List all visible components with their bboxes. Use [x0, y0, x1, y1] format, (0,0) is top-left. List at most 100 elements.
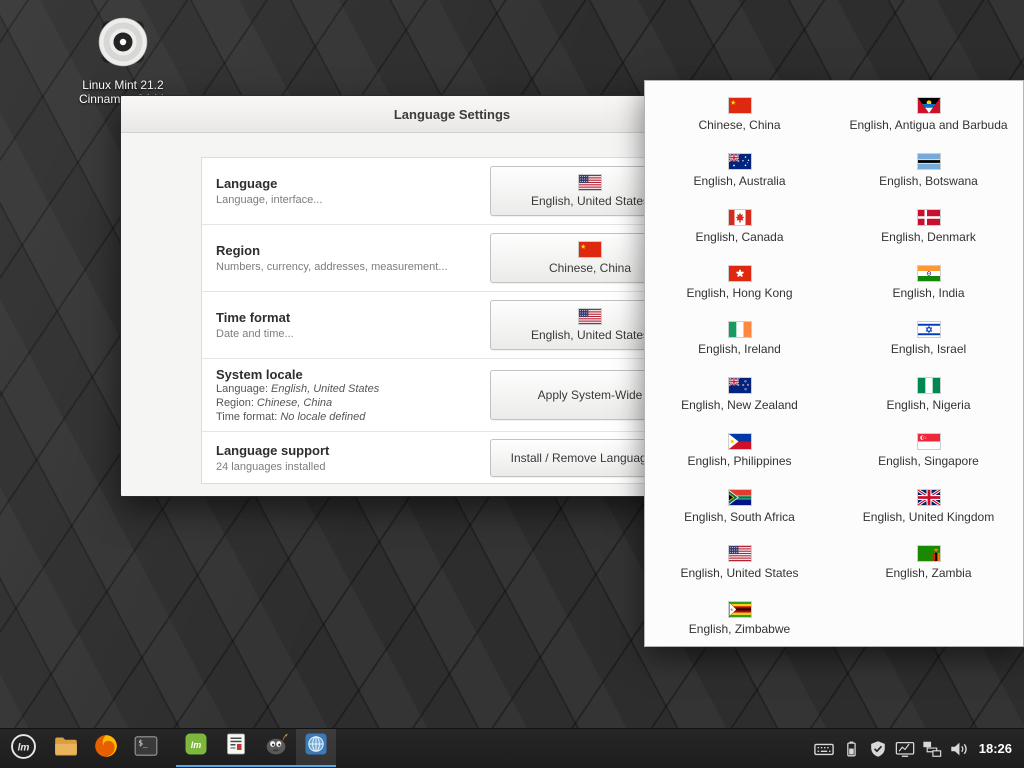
files-launcher[interactable]: [46, 729, 86, 768]
language-option-english-singapore[interactable]: English, Singapore: [834, 423, 1023, 479]
doc-icon: [224, 732, 248, 761]
mint-icon: lm: [184, 732, 208, 761]
flag-ng-icon: [918, 378, 940, 393]
language-option-label: English, Singapore: [878, 454, 979, 468]
language-option-english-ireland[interactable]: English, Ireland: [645, 311, 834, 367]
setting-subtitle: Language, interface...: [216, 194, 322, 206]
setting-title: Language support: [216, 443, 329, 458]
language-option-english-botswana[interactable]: English, Botswana: [834, 143, 1023, 199]
language-option-english-israel[interactable]: English, Israel: [834, 311, 1023, 367]
language-option-label: English, Nigeria: [886, 398, 970, 412]
language-option-english-zambia[interactable]: English, Zambia: [834, 535, 1023, 591]
volume-tray-icon[interactable]: [949, 739, 969, 759]
language-option-english-antigua-and-barbuda[interactable]: English, Antigua and Barbuda: [834, 87, 1023, 143]
desktop: Linux Mint 21.2 Cinnamon 64-bit Language…: [0, 0, 1024, 768]
setting-title: System locale: [216, 367, 379, 382]
taskbar-window-document[interactable]: [216, 729, 256, 767]
flag-bw-icon: [918, 154, 940, 169]
taskbar-window-list: lm: [176, 729, 336, 768]
settings-row-region: Region Numbers, currency, addresses, meas…: [202, 225, 704, 292]
shield-tray-icon[interactable]: [868, 739, 888, 759]
language-option-label: English, Hong Kong: [686, 286, 792, 300]
setting-text: Time formatDate and time...: [216, 310, 294, 340]
svg-text:lm: lm: [17, 742, 29, 753]
language-option-english-new-zealand[interactable]: English, New Zealand: [645, 367, 834, 423]
language-option-english-hong-kong[interactable]: English, Hong Kong: [645, 255, 834, 311]
language-option-english-nigeria[interactable]: English, Nigeria: [834, 367, 1023, 423]
flag-il-icon: [918, 322, 940, 337]
flag-nz-icon: [729, 378, 751, 393]
language-option-label: English, Botswana: [879, 174, 978, 188]
flag-zm-icon: [918, 546, 940, 561]
language-option-english-zimbabwe[interactable]: English, Zimbabwe: [645, 591, 834, 647]
settings-row-language: LanguageLanguage, interface...English, U…: [202, 158, 704, 225]
taskbar-window-software-manager[interactable]: lm: [176, 729, 216, 767]
mint-logo-icon: lm: [10, 733, 37, 765]
system-tray: [814, 739, 973, 759]
settings-list: Language Language, interface... English, U…: [201, 157, 705, 484]
setting-title: Region: [216, 243, 448, 258]
language-option-label: English, United States: [680, 566, 798, 580]
setting-subtitle: 24 languages installed: [216, 461, 329, 473]
flag-dk-icon: [918, 210, 940, 225]
setting-subtitle: Numbers, currency, addresses, measuremen…: [216, 261, 448, 273]
firefox-launcher[interactable]: [86, 729, 126, 768]
language-option-label: English, Zambia: [885, 566, 971, 580]
language-option-english-australia[interactable]: English, Australia: [645, 143, 834, 199]
system-monitor-tray-icon[interactable]: [895, 739, 915, 759]
flag-gb-icon: [918, 490, 940, 505]
firefox-icon: [93, 733, 119, 764]
language-option-chinese-china[interactable]: Chinese, China: [645, 87, 834, 143]
cd-disc-icon: [95, 14, 151, 75]
keyboard-tray-icon[interactable]: [814, 739, 834, 759]
language-option-label: English, Israel: [891, 342, 966, 356]
flag-cn-icon: [729, 98, 751, 113]
button-label: Apply System-Wide: [538, 388, 643, 402]
button-label: English, United States: [531, 328, 649, 342]
setting-subtitle: Date and time...: [216, 328, 294, 340]
flag-in-icon: [918, 266, 940, 281]
setting-text: Region Numbers, currency, addresses, meas…: [216, 243, 448, 273]
flag-hk-icon: [729, 266, 751, 281]
language-option-label: English, Australia: [693, 174, 785, 188]
system-locale-detail: Language:English, United States: [216, 382, 379, 396]
button-label: Chinese, China: [549, 261, 631, 275]
language-option-label: English, Zimbabwe: [689, 622, 790, 636]
language-option-english-denmark[interactable]: English, Denmark: [834, 199, 1023, 255]
taskbar-window-gimp[interactable]: [256, 729, 296, 767]
locale-icon: [304, 732, 328, 761]
network-tray-icon[interactable]: [922, 739, 942, 759]
language-option-english-south-africa[interactable]: English, South Africa: [645, 479, 834, 535]
setting-title: Language: [216, 176, 322, 191]
setting-text: Language Language, interface...: [216, 176, 322, 206]
language-option-english-canada[interactable]: English, Canada: [645, 199, 834, 255]
settings-row-time-format: Time formatDate and time... English, Unit…: [202, 292, 704, 359]
terminal-launcher[interactable]: $_: [126, 729, 166, 768]
language-option-label: English, Ireland: [698, 342, 781, 356]
language-option-label: Chinese, China: [698, 118, 780, 132]
language-option-english-united-states[interactable]: English, United States: [645, 535, 834, 591]
terminal-icon: $_: [133, 733, 159, 764]
flag-ie-icon: [729, 322, 751, 337]
battery-tray-icon[interactable]: [841, 739, 861, 759]
flag-ph-icon: [729, 434, 751, 449]
language-option-label: English, Antigua and Barbuda: [849, 118, 1007, 132]
flag-za-icon: [729, 490, 751, 505]
mint-menu-button[interactable]: lm: [0, 729, 46, 768]
language-option-english-india[interactable]: English, India: [834, 255, 1023, 311]
system-locale-detail: Region:Chinese, China: [216, 396, 379, 410]
flag-zw-icon: [729, 602, 751, 617]
system-locale-detail: Time format:No locale defined: [216, 410, 379, 424]
language-option-label: English, New Zealand: [681, 398, 798, 412]
language-option-english-philippines[interactable]: English, Philippines: [645, 423, 834, 479]
desktop-icon-linux-mint[interactable]: Linux Mint 21.2 Cinnamon 64-bit: [66, 14, 180, 106]
flag-ca-icon: [729, 210, 751, 225]
language-option-label: English, United Kingdom: [863, 510, 994, 524]
language-option-label: English, Denmark: [881, 230, 976, 244]
gimp-icon: [264, 732, 289, 762]
language-option-label: English, Philippines: [687, 454, 791, 468]
taskbar-window-language-settings[interactable]: [296, 729, 336, 767]
flag-us-icon: [579, 309, 601, 324]
language-option-english-united-kingdom[interactable]: English, United Kingdom: [834, 479, 1023, 535]
language-option-label: English, Canada: [695, 230, 783, 244]
